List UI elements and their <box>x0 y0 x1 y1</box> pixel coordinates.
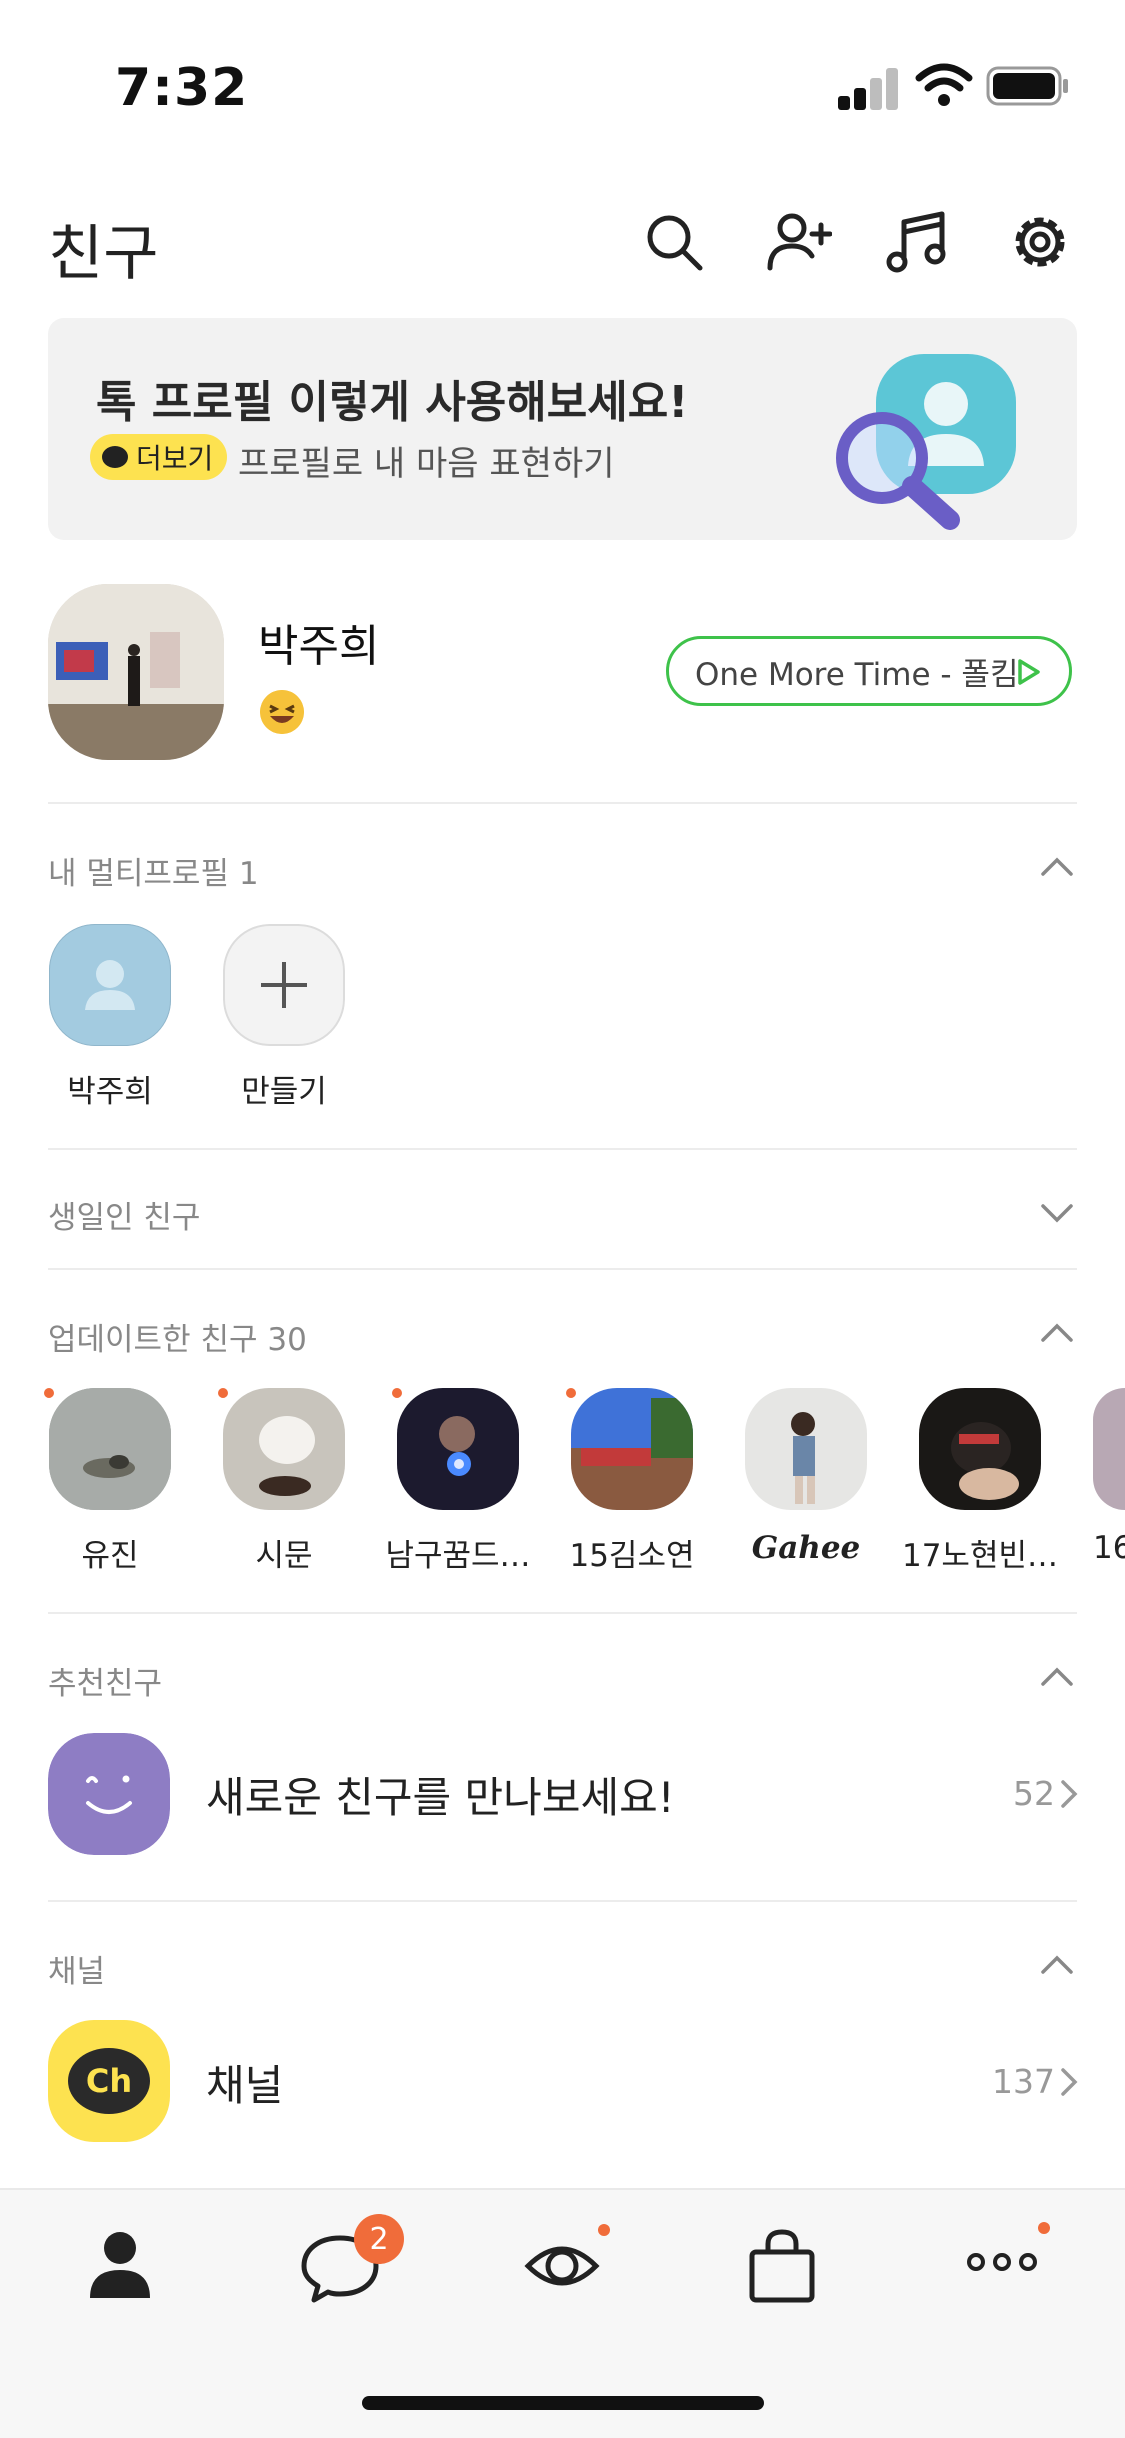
laughing-emoji-icon <box>260 690 304 734</box>
new-update-dot <box>218 1388 228 1398</box>
create-label: 만들기 <box>241 1074 327 1110</box>
add-friend-icon[interactable] <box>764 208 832 276</box>
chevron-up-icon[interactable] <box>1037 1656 1077 1696</box>
friend-name: 15김소연 <box>569 1538 695 1574</box>
tab-more-dots-icon[interactable] <box>962 2226 1042 2306</box>
friend-name: 남구꿈드… <box>385 1538 531 1574</box>
divider <box>48 1900 1077 1902</box>
friend-name: Gahee <box>751 1530 861 1566</box>
create-multi-profile-button[interactable] <box>223 924 345 1046</box>
divider <box>48 802 1077 804</box>
profile-search-illustration-icon <box>836 354 1016 530</box>
chevron-up-icon[interactable] <box>1037 846 1077 886</box>
friend-name: 17노현빈… <box>901 1538 1058 1574</box>
play-icon <box>1018 659 1040 685</box>
smile-face-icon[interactable] <box>48 1733 170 1855</box>
recommend-count: 52 <box>1013 1774 1055 1813</box>
new-update-dot <box>44 1388 54 1398</box>
tab-shopping-bag-icon[interactable] <box>742 2226 822 2306</box>
friend-avatar[interactable] <box>745 1388 867 1510</box>
friend-avatar[interactable] <box>223 1388 345 1510</box>
page-title: 친구 <box>48 219 159 289</box>
new-update-dot <box>392 1388 402 1398</box>
music-icon[interactable] <box>884 208 952 276</box>
chevron-down-icon[interactable] <box>1037 1192 1077 1232</box>
settings-gear-icon[interactable] <box>1006 208 1074 276</box>
channel-icon[interactable]: Ch <box>48 2020 170 2142</box>
updated-friends-section-label: 업데이트한 친구 30 <box>48 1322 307 1358</box>
chat-unread-badge: 2 <box>354 2214 404 2264</box>
chevron-right-icon[interactable] <box>1057 2064 1081 2100</box>
multi-profile-avatar[interactable] <box>49 924 171 1046</box>
multi-profile-label: 박주희 <box>67 1074 153 1110</box>
more-notification-dot <box>1038 2222 1050 2234</box>
channel-text[interactable]: 채널 <box>206 2052 283 2113</box>
new-update-dot <box>566 1388 576 1398</box>
search-icon[interactable] <box>640 208 708 276</box>
chevron-right-icon[interactable] <box>1057 1776 1081 1812</box>
banner-more-chip[interactable]: 더보기 <box>90 434 228 480</box>
home-indicator <box>362 2396 764 2410</box>
recommend-text[interactable]: 새로운 친구를 만나보세요! <box>206 1764 675 1825</box>
cellular-signal-icon <box>838 66 900 110</box>
friend-name: 16 <box>1093 1530 1125 1566</box>
wifi-icon <box>915 63 973 106</box>
profile-music-title: One More Time - 폴킴 <box>695 656 1019 693</box>
my-profile-name[interactable]: 박주희 <box>258 610 379 674</box>
divider <box>48 1268 1077 1270</box>
chevron-up-icon[interactable] <box>1037 1944 1077 1984</box>
friend-avatar[interactable] <box>571 1388 693 1510</box>
speech-bubble-icon <box>102 446 128 468</box>
channel-section-label: 채널 <box>48 1954 106 1990</box>
friend-name: 시문 <box>255 1538 313 1574</box>
banner-subtitle: 프로필로 내 마음 표현하기 <box>238 444 615 484</box>
status-time: 7:32 <box>115 58 249 118</box>
profile-music-button[interactable]: One More Time - 폴킴 <box>666 636 1072 706</box>
channel-count: 137 <box>992 2062 1055 2101</box>
channel-icon-text: Ch <box>85 2062 133 2100</box>
banner-title: 톡 프로필 이렇게 사용해보세요! <box>96 377 689 428</box>
battery-icon <box>986 66 1068 106</box>
friend-avatar[interactable] <box>397 1388 519 1510</box>
banner-chip-label: 더보기 <box>136 442 214 475</box>
friend-avatar[interactable] <box>49 1388 171 1510</box>
divider <box>48 1148 1077 1150</box>
view-notification-dot <box>598 2224 610 2236</box>
profile-tips-banner[interactable]: 톡 프로필 이렇게 사용해보세요! 더보기 프로필로 내 마음 표현하기 <box>48 318 1077 540</box>
friend-name: 유진 <box>81 1538 139 1574</box>
chevron-up-icon[interactable] <box>1037 1312 1077 1352</box>
birthday-section-label: 생일인 친구 <box>48 1200 201 1236</box>
my-profile-avatar[interactable] <box>48 584 224 760</box>
friend-avatar[interactable] <box>919 1388 1041 1510</box>
recommend-section-label: 추천친구 <box>48 1666 163 1702</box>
tab-view-eye-icon[interactable] <box>522 2226 602 2306</box>
friend-avatar[interactable] <box>1093 1388 1125 1510</box>
multi-profile-section-label: 내 멀티프로필 1 <box>48 856 259 892</box>
divider <box>48 1612 1077 1614</box>
tab-friends-person-icon[interactable] <box>80 2226 160 2306</box>
